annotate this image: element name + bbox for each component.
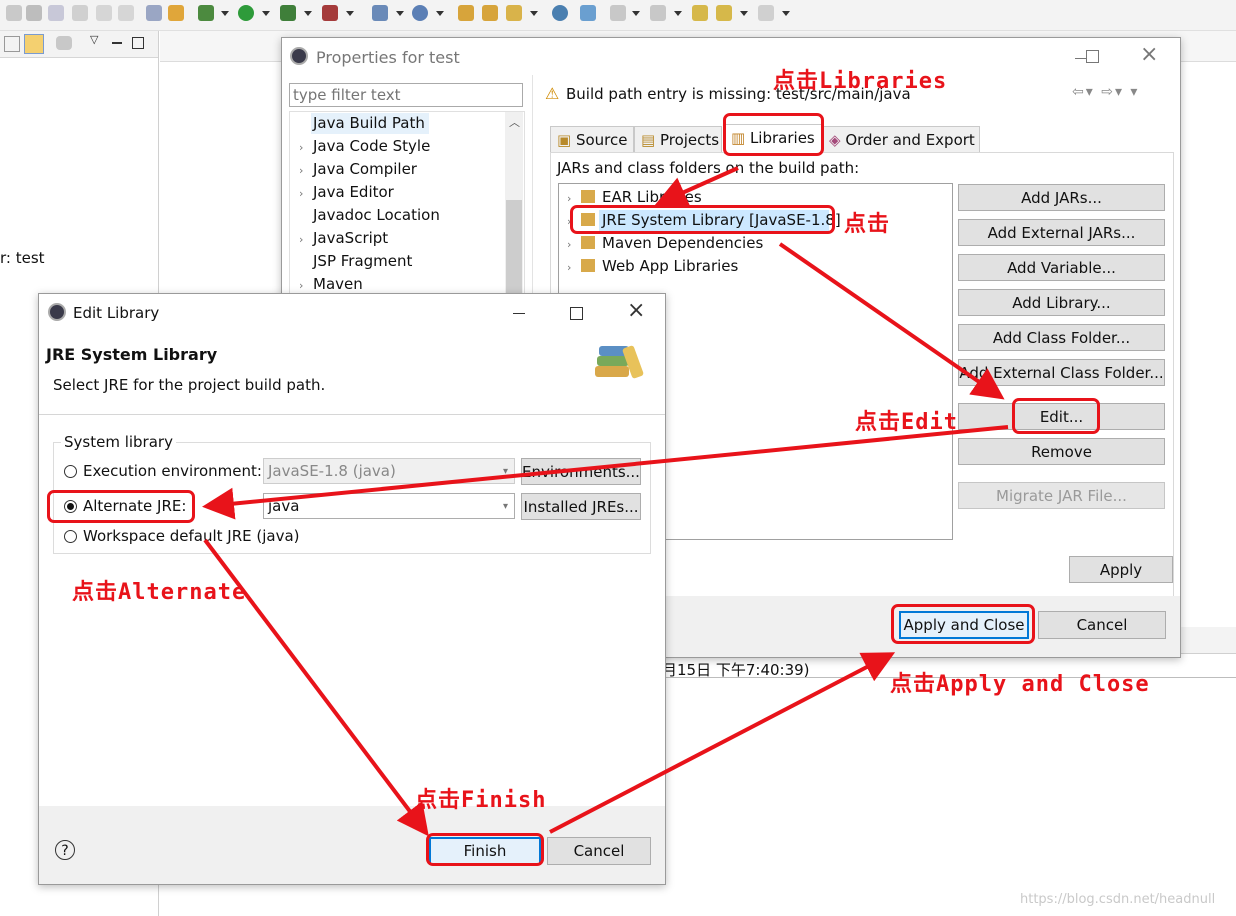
arrow-to-apply-close <box>549 652 896 834</box>
annotation-arrows <box>202 166 1009 837</box>
annotation-edit: 点击Edit <box>855 410 958 435</box>
arrow-to-jre-library <box>654 166 739 207</box>
annotation-finish: 点击Finish <box>415 788 547 813</box>
arrow-to-alternate <box>202 425 1009 520</box>
annotation-libraries: 点击Libraries <box>773 69 948 94</box>
arrow-to-edit <box>778 242 1005 400</box>
annotation-click: 点击 <box>844 212 891 237</box>
annotation-apply-close: 点击Apply and Close <box>890 672 1150 697</box>
watermark: https://blog.csdn.net/headnull <box>1020 892 1216 907</box>
annotation-alternate: 点击Alternate <box>72 580 247 605</box>
